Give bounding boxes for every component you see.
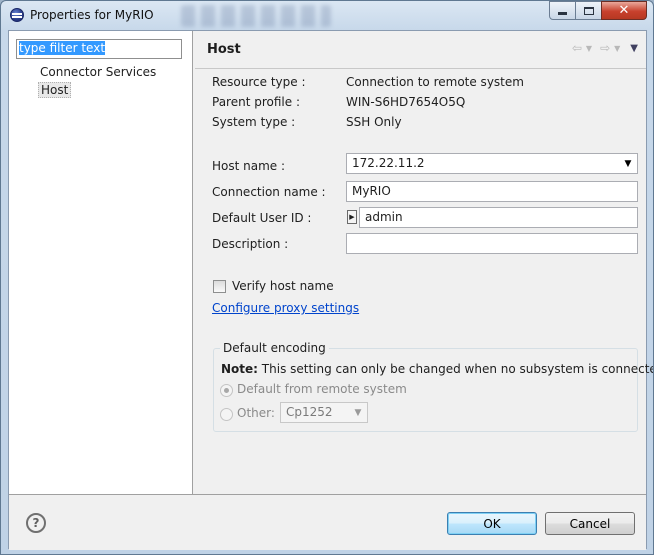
encoding-note-text: This setting can only be changed when no…	[261, 362, 654, 376]
configure-proxy-link[interactable]: Configure proxy settings	[212, 301, 359, 315]
ok-button[interactable]: OK	[447, 512, 537, 535]
tree-item-host[interactable]: Host	[38, 82, 72, 98]
dialog-client-area: type filter text Connector Services Host…	[8, 30, 653, 550]
system-type-label: System type :	[212, 115, 296, 129]
page-navigation: ⇦ ▼ ⇨ ▼ ▼	[568, 41, 638, 55]
description-label: Description :	[212, 237, 289, 251]
other-encoding-combo[interactable]: Cp1252 ▼	[280, 402, 368, 423]
user-id-label: Default User ID :	[212, 211, 312, 225]
parent-profile-label: Parent profile :	[212, 95, 300, 109]
verify-host-checkbox[interactable]	[213, 280, 226, 293]
property-page: Host ⇦ ▼ ⇨ ▼ ▼ Resource type : Connectio…	[195, 31, 653, 494]
page-header: Host ⇦ ▼ ⇨ ▼ ▼	[195, 31, 646, 69]
tree-item-connector-services[interactable]: Connector Services	[40, 65, 156, 79]
parent-profile-value: WIN-S6HD7654O5Q	[346, 95, 466, 109]
encoding-note: Note: This setting can only be changed w…	[221, 362, 654, 376]
default-encoding-option-label: Default from remote system	[237, 382, 407, 396]
window-title: Properties for MyRIO	[30, 8, 154, 22]
forward-dropdown-icon[interactable]: ▼	[614, 44, 620, 53]
resource-type-label: Resource type :	[212, 75, 306, 89]
default-encoding-title: Default encoding	[220, 341, 329, 355]
app-icon	[10, 8, 24, 22]
cancel-button[interactable]: Cancel	[545, 512, 635, 535]
maximize-button[interactable]	[575, 1, 602, 20]
window-controls: ✕	[549, 1, 647, 20]
other-encoding-value: Cp1252	[286, 405, 333, 419]
content-assist-icon[interactable]: ▶	[347, 210, 357, 224]
blurred-background-text	[181, 5, 331, 27]
forward-arrow-icon[interactable]: ⇨	[600, 41, 610, 55]
minimize-icon	[558, 12, 567, 15]
system-type-value: SSH Only	[346, 115, 402, 129]
button-bar: ? OK Cancel	[9, 494, 646, 550]
filter-input[interactable]: type filter text	[16, 39, 182, 59]
connection-name-input[interactable]: MyRIO	[346, 181, 638, 202]
navigation-pane: type filter text Connector Services Host	[9, 31, 193, 494]
view-menu-icon[interactable]: ▼	[630, 43, 638, 54]
page-title: Host	[207, 42, 241, 57]
resource-type-value: Connection to remote system	[346, 75, 524, 89]
encoding-note-bold: Note:	[221, 362, 258, 376]
back-dropdown-icon[interactable]: ▼	[586, 44, 592, 53]
back-arrow-icon[interactable]: ⇦	[572, 41, 582, 55]
default-encoding-radio[interactable]	[220, 384, 233, 397]
other-encoding-radio[interactable]	[220, 408, 233, 421]
user-id-input[interactable]: admin	[359, 207, 638, 228]
host-name-label: Host name :	[212, 159, 286, 173]
title-bar[interactable]: Properties for MyRIO ✕	[1, 1, 653, 29]
close-icon: ✕	[618, 3, 630, 18]
filter-input-text: type filter text	[19, 41, 106, 55]
chevron-down-icon[interactable]: ▼	[622, 156, 634, 171]
default-encoding-group: Default encoding Note: This setting can …	[213, 341, 653, 432]
minimize-button[interactable]	[549, 1, 576, 20]
verify-host-label[interactable]: Verify host name	[232, 279, 334, 293]
host-name-combo[interactable]: 172.22.11.2 ▼	[346, 153, 638, 174]
chevron-down-icon[interactable]: ▼	[352, 405, 364, 420]
help-icon[interactable]: ?	[26, 513, 46, 533]
properties-dialog: Properties for MyRIO ✕ type filter text …	[0, 0, 654, 555]
description-input[interactable]	[346, 233, 638, 254]
connection-name-label: Connection name :	[212, 185, 326, 199]
close-button[interactable]: ✕	[601, 1, 647, 20]
other-encoding-option-label: Other:	[237, 406, 275, 420]
host-name-value: 172.22.11.2	[352, 156, 425, 170]
maximize-icon	[583, 6, 594, 15]
